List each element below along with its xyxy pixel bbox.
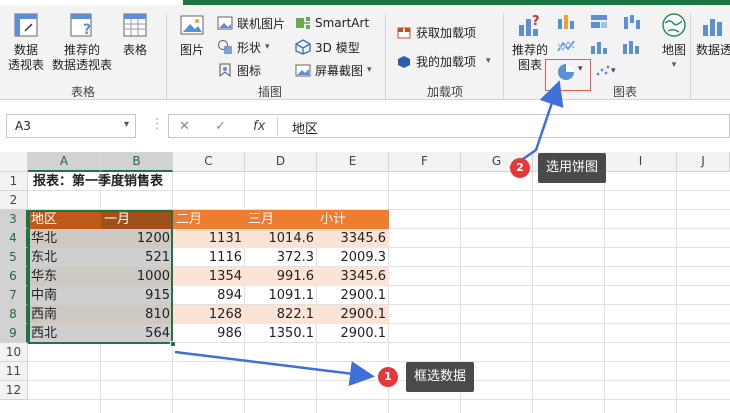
annotation-arrows xyxy=(174,80,564,386)
step2-callout: 选用饼图 xyxy=(538,153,607,183)
step1-badge: 1 xyxy=(378,367,398,387)
step2-badge: 2 xyxy=(510,158,530,178)
arrow-step1 xyxy=(174,350,375,386)
step1-callout: 框选数据 xyxy=(406,362,475,392)
